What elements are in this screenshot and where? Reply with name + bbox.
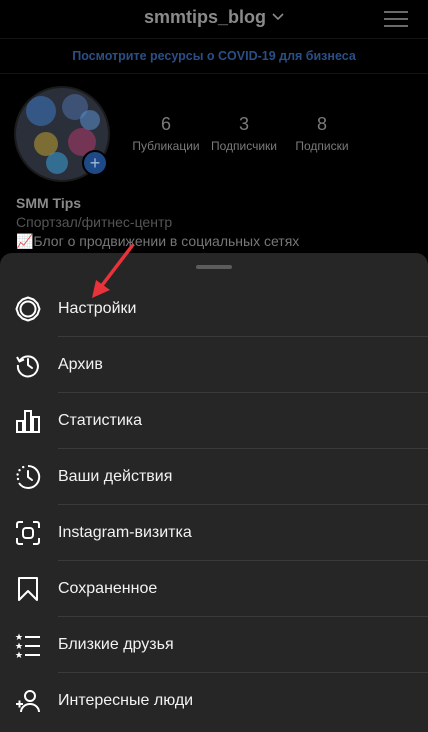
menu-list: Настройки Архив Статистика Ваши действия… — [0, 281, 428, 729]
menu-item-label: Ваши действия — [58, 468, 173, 485]
stat-label: Подписчики — [210, 139, 277, 153]
add-story-plus-icon[interactable]: + — [82, 150, 108, 176]
menu-item-label: Интересные люди — [58, 692, 194, 709]
bookmark-icon — [14, 575, 42, 603]
menu-item-archive[interactable]: Архив — [0, 337, 428, 393]
menu-item-your-activity[interactable]: Ваши действия — [0, 449, 428, 505]
covid-resources-banner[interactable]: Посмотрите ресурсы о COVID-19 для бизнес… — [0, 38, 428, 74]
stat-number: 6 — [160, 114, 171, 134]
bottom-sheet-menu: Настройки Архив Статистика Ваши действия… — [0, 253, 428, 732]
menu-item-settings[interactable]: Настройки — [0, 281, 428, 337]
archive-history-icon — [14, 351, 42, 379]
menu-item-close-friends[interactable]: Близкие друзья — [0, 617, 428, 673]
menu-item-label: Instagram-визитка — [58, 524, 192, 541]
profile-name: SMM Tips — [16, 195, 82, 211]
top-bar: smmtips_blog — [0, 0, 428, 34]
profile-bio: SMM Tips Спортзал/фитнес-центр 📈Блог о п… — [16, 194, 299, 251]
account-username[interactable]: smmtips_blog — [144, 7, 266, 28]
red-annotation-arrow — [92, 244, 134, 298]
bar-chart-icon — [14, 407, 42, 435]
chevron-down-icon[interactable] — [272, 13, 284, 21]
avatar[interactable]: + — [14, 86, 110, 182]
qr-scan-icon — [14, 519, 42, 547]
stat-number: 3 — [238, 114, 249, 134]
profile-category: Спортзал/фитнес-центр — [16, 214, 173, 230]
activity-clock-icon — [14, 463, 42, 491]
close-friends-list-icon — [14, 631, 42, 659]
profile-description: 📈Блог о продвижении в социальных сетях — [16, 233, 300, 249]
menu-item-saved[interactable]: Сохраненное — [0, 561, 428, 617]
menu-item-statistics[interactable]: Статистика — [0, 393, 428, 449]
stat-number: 8 — [316, 114, 327, 134]
menu-icon[interactable] — [384, 6, 408, 32]
menu-item-label: Близкие друзья — [58, 636, 174, 653]
add-person-icon — [14, 687, 42, 715]
menu-item-nametag[interactable]: Instagram-визитка — [0, 505, 428, 561]
gear-icon — [14, 295, 42, 323]
menu-item-label: Статистика — [58, 412, 143, 429]
stat-label: Подписки — [295, 139, 349, 153]
sheet-drag-handle[interactable] — [196, 265, 232, 269]
stat-label: Публикации — [132, 139, 200, 153]
menu-item-label: Сохраненное — [58, 580, 158, 597]
menu-item-discover-people[interactable]: Интересные люди — [0, 673, 428, 729]
stat-followers[interactable]: 3 Подписчики — [208, 114, 280, 153]
stat-posts[interactable]: 6 Публикации — [124, 114, 208, 153]
stat-following[interactable]: 8 Подписки — [280, 114, 364, 153]
profile-stats: 6 Публикации 3 Подписчики 8 Подписки — [124, 114, 364, 153]
menu-item-label: Настройки — [58, 300, 137, 317]
menu-item-label: Архив — [58, 356, 103, 373]
